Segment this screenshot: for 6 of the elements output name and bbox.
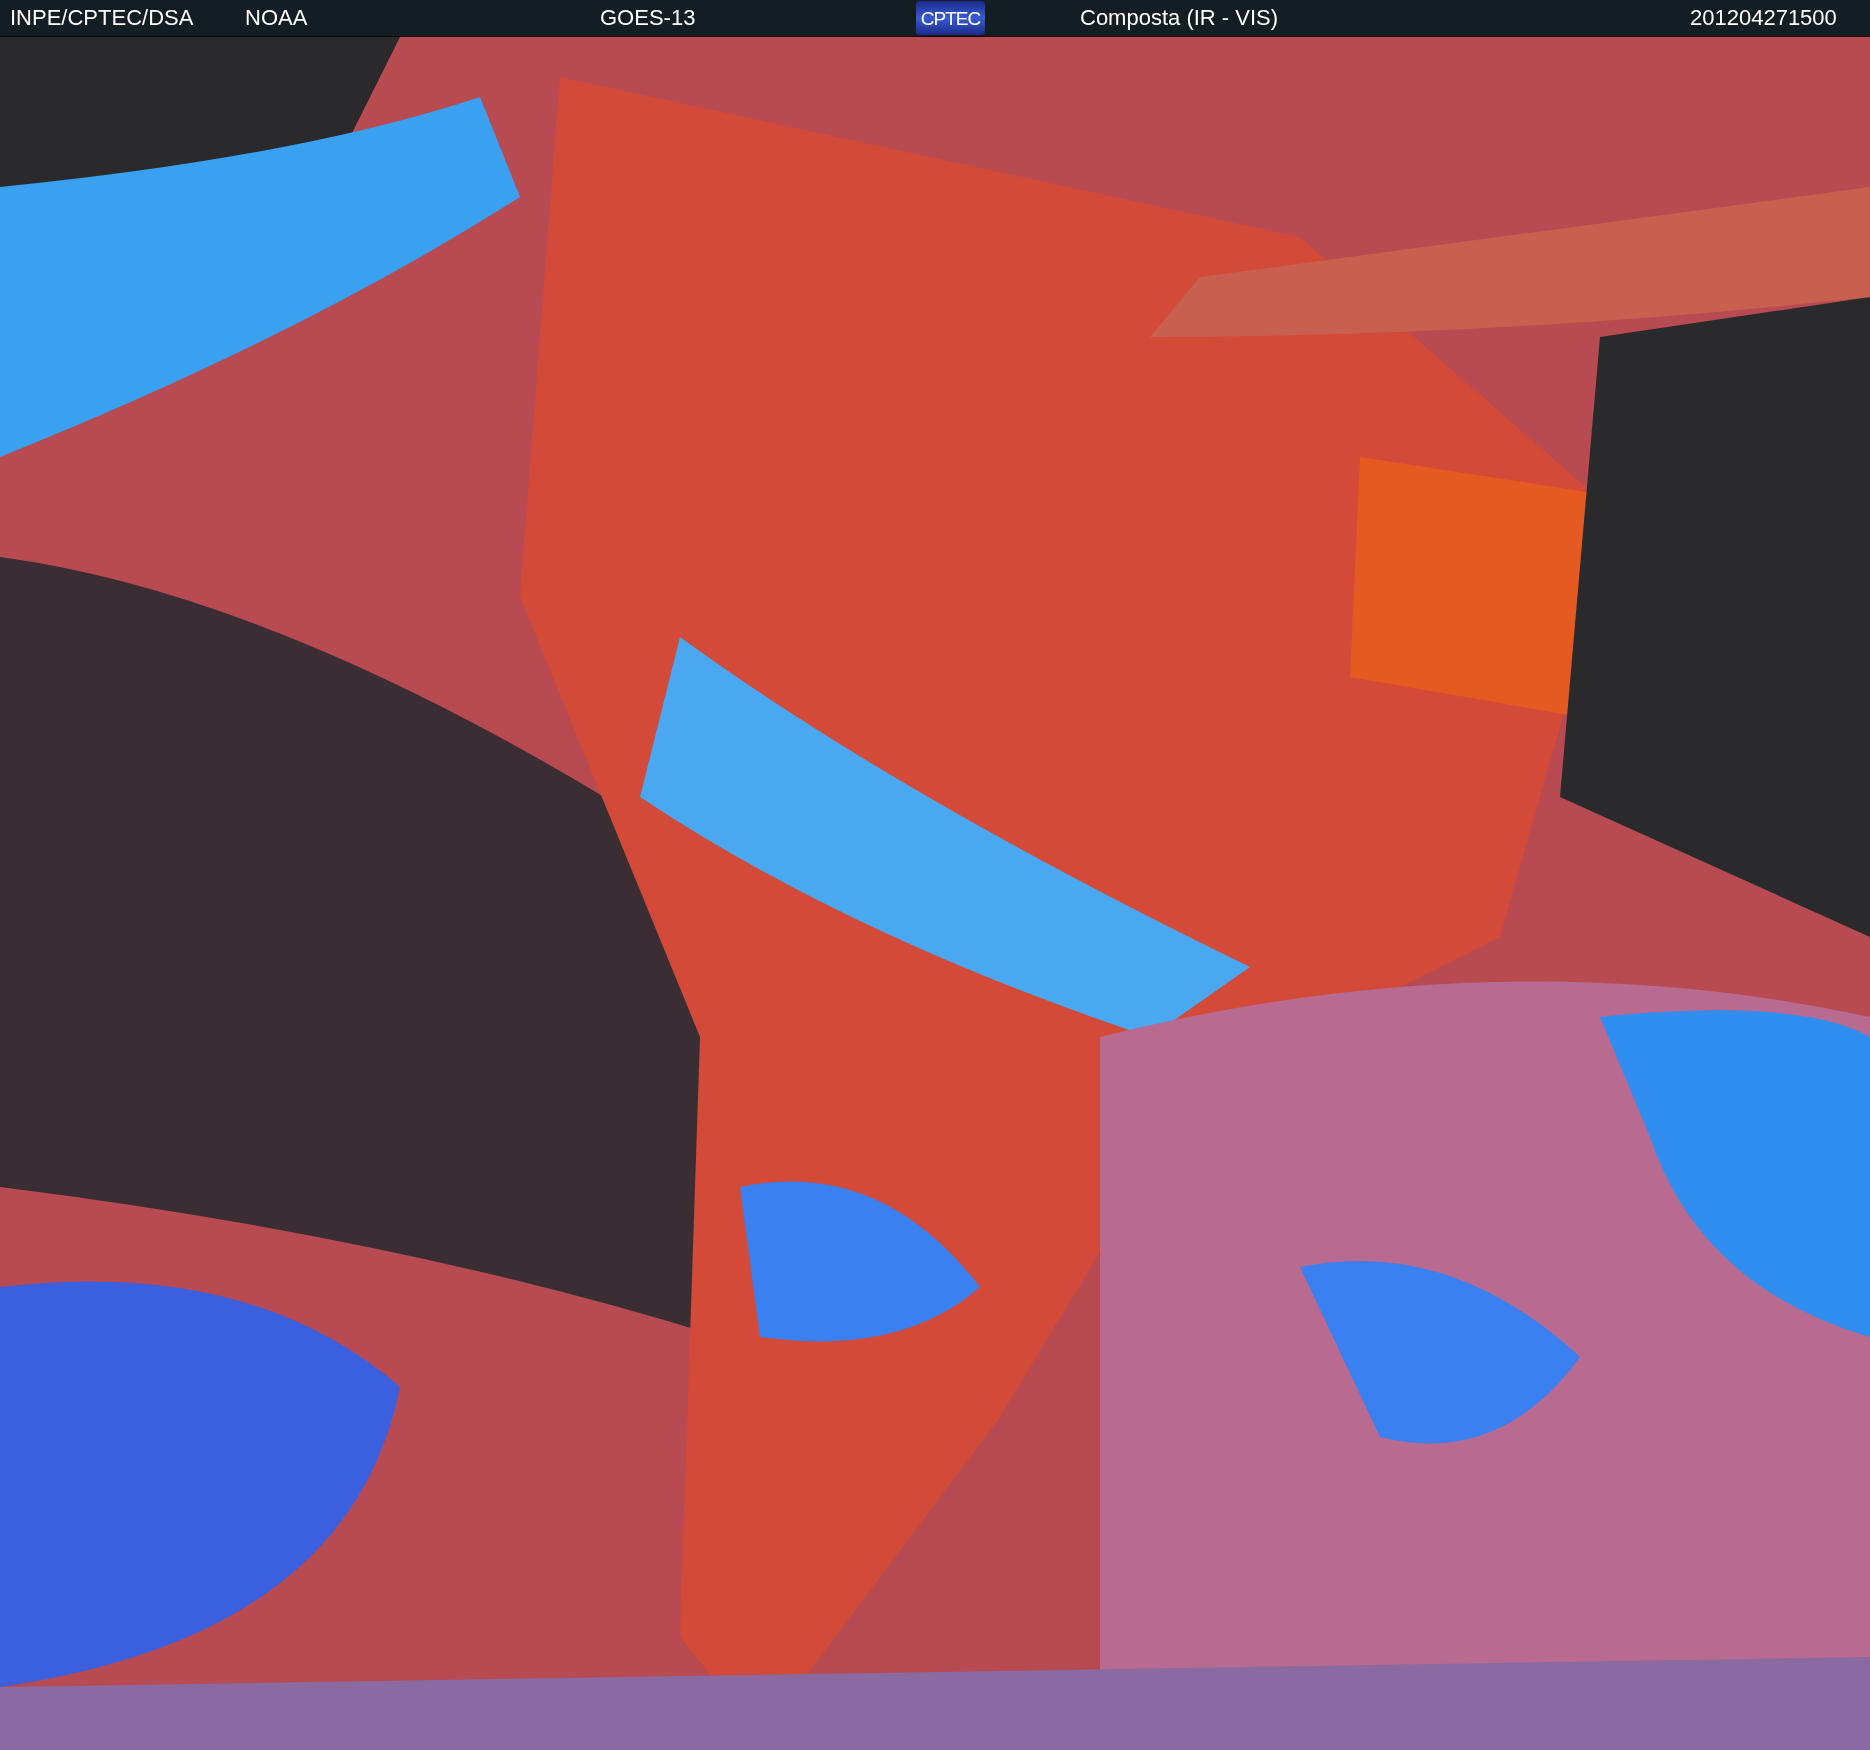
agency-label: INPE/CPTEC/DSA xyxy=(10,7,195,29)
logo: CPTEC xyxy=(916,1,985,35)
product-label: Composta (IR - VIS) xyxy=(1080,7,1280,29)
timestamp-label: 201204271500 xyxy=(1690,7,1837,29)
satellite-label: GOES-13 xyxy=(600,7,697,29)
partner-label: NOAA xyxy=(245,7,309,29)
